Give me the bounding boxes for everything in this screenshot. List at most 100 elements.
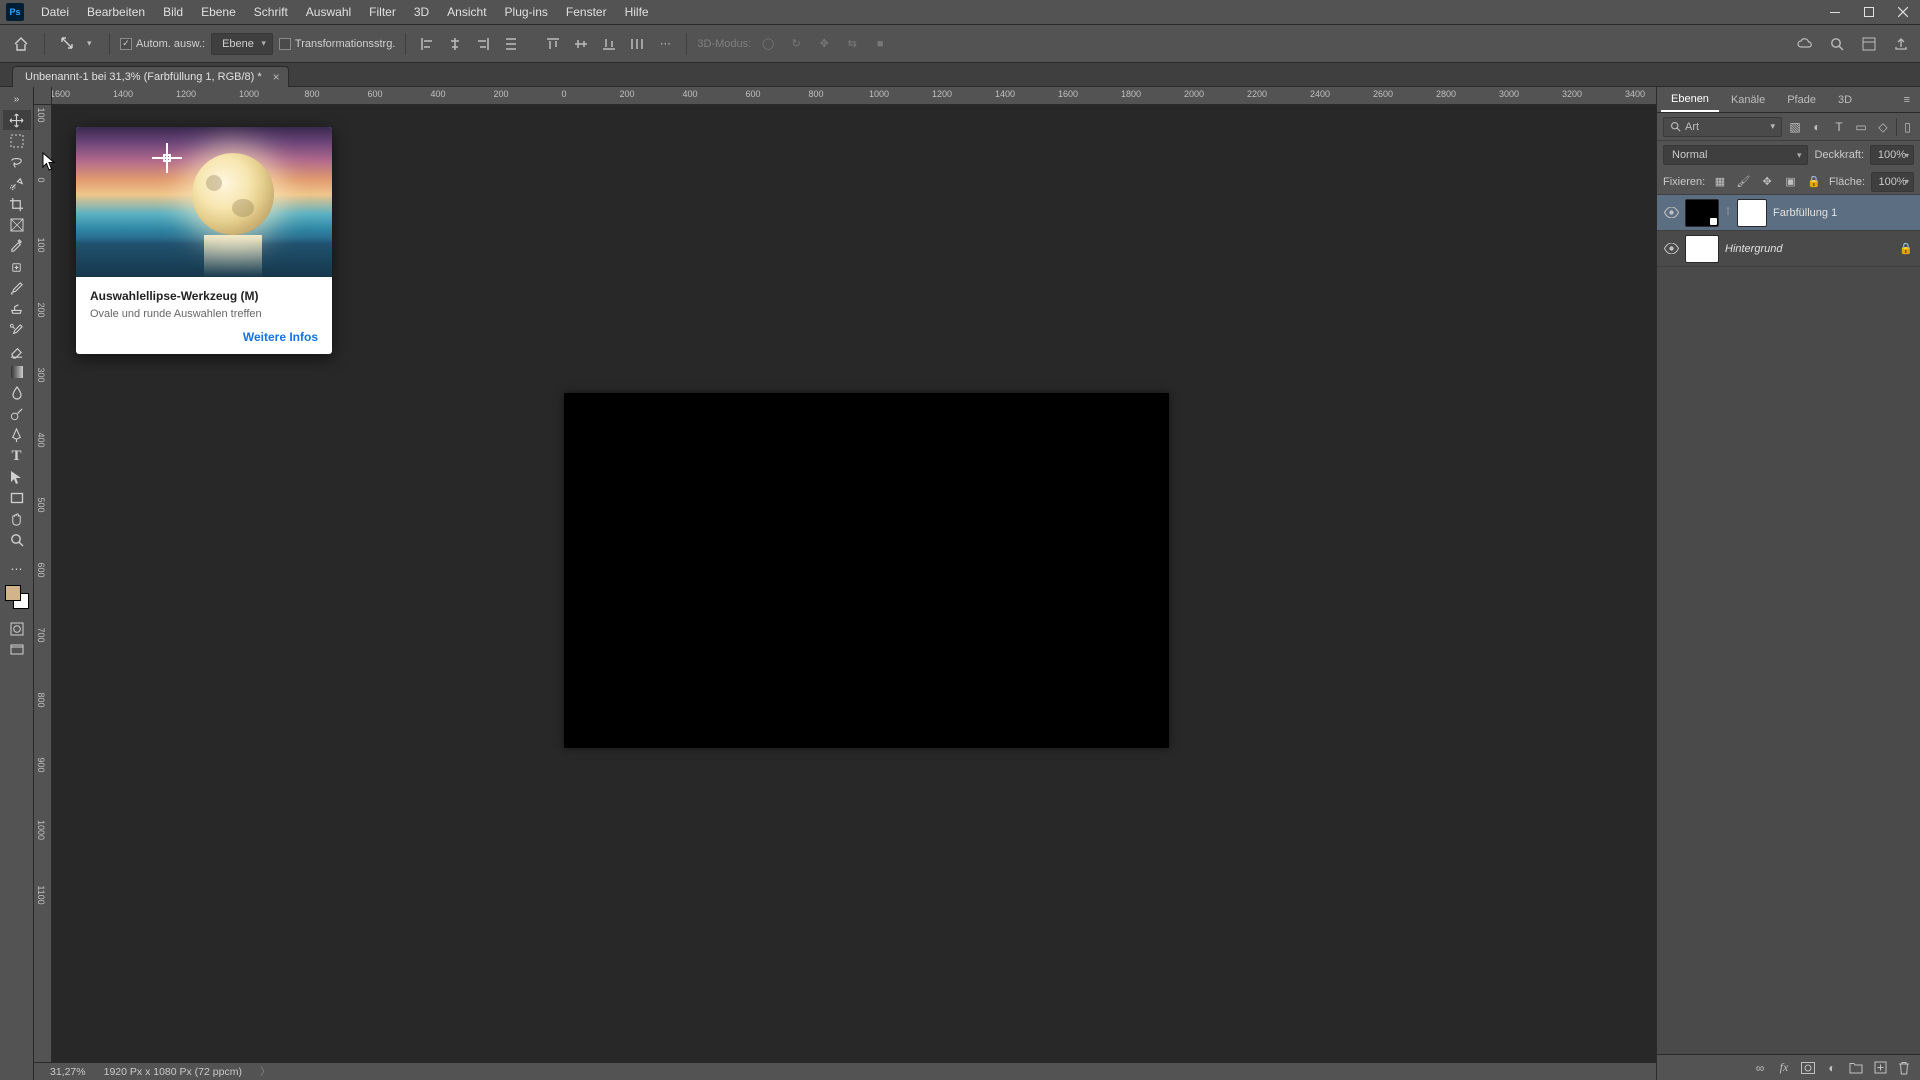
frame-tool[interactable]	[3, 215, 31, 235]
eyedropper-tool[interactable]	[3, 236, 31, 256]
add-mask-icon[interactable]	[1798, 1058, 1818, 1078]
layer-mask-thumbnail[interactable]	[1737, 199, 1767, 227]
lock-position-icon[interactable]: ✥	[1758, 173, 1776, 191]
align-hcenter-icon[interactable]	[444, 33, 466, 55]
home-button[interactable]	[8, 31, 34, 57]
menu-datei[interactable]: Datei	[32, 1, 78, 23]
delete-layer-icon[interactable]	[1894, 1058, 1914, 1078]
quick-mask-toggle[interactable]	[3, 619, 31, 639]
menu-3d[interactable]: 3D	[405, 1, 438, 23]
status-info-menu-icon[interactable]: 〉	[260, 1064, 271, 1079]
crop-tool[interactable]	[3, 194, 31, 214]
visibility-toggle-icon[interactable]	[1663, 205, 1679, 221]
filter-smart-icon[interactable]: ◇	[1874, 118, 1892, 136]
lock-all-icon[interactable]: 🔒	[1805, 173, 1823, 191]
tab-3d[interactable]: 3D	[1828, 89, 1862, 111]
lock-artboard-icon[interactable]: ▣	[1782, 173, 1800, 191]
opacity-input[interactable]: 100%	[1870, 145, 1914, 165]
menu-fenster[interactable]: Fenster	[557, 1, 616, 23]
zoom-tool[interactable]	[3, 530, 31, 550]
filter-toggle-icon[interactable]: ▯	[1896, 118, 1914, 136]
blend-mode-dropdown[interactable]: Normal	[1663, 145, 1808, 165]
screen-mode-toggle[interactable]	[3, 640, 31, 660]
mask-link-icon[interactable]: ⁞	[1725, 199, 1731, 227]
dodge-tool[interactable]	[3, 404, 31, 424]
close-tab-icon[interactable]: ×	[273, 70, 280, 84]
lock-pixels-icon[interactable]: 🖌	[1735, 173, 1753, 191]
new-layer-icon[interactable]	[1870, 1058, 1890, 1078]
document-canvas[interactable]	[564, 393, 1169, 748]
layer-thumbnail[interactable]	[1685, 199, 1719, 227]
status-doc-info[interactable]: 1920 Px x 1080 Px (72 ppcm)	[104, 1066, 242, 1078]
distribute-v-icon[interactable]	[626, 33, 648, 55]
ruler-vertical[interactable]: 100010020030040050060070080090010001100	[34, 105, 52, 1062]
type-tool[interactable]: T	[3, 446, 31, 466]
layer-row-farbfuellung[interactable]: ⁞ Farbfüllung 1	[1657, 195, 1920, 231]
tab-kanaele[interactable]: Kanäle	[1721, 89, 1775, 111]
spot-healing-brush-tool[interactable]	[3, 257, 31, 277]
filter-type-icon[interactable]: T	[1830, 118, 1848, 136]
current-tool-icon[interactable]	[55, 31, 81, 57]
pen-tool[interactable]	[3, 425, 31, 445]
menu-hilfe[interactable]: Hilfe	[616, 1, 658, 23]
align-vcenter-icon[interactable]	[570, 33, 592, 55]
menu-bild[interactable]: Bild	[154, 1, 192, 23]
window-close-button[interactable]	[1886, 0, 1920, 25]
lasso-tool[interactable]	[3, 152, 31, 172]
canvas-area[interactable]: 1600140012001000800600400200020040060080…	[34, 87, 1656, 1080]
arrange-documents-icon[interactable]	[1858, 33, 1880, 55]
menu-filter[interactable]: Filter	[360, 1, 405, 23]
more-align-icon[interactable]: ⋯	[654, 33, 676, 55]
menu-plugins[interactable]: Plug-ins	[496, 1, 557, 23]
align-left-icon[interactable]	[416, 33, 438, 55]
cloud-docs-icon[interactable]	[1794, 33, 1816, 55]
menu-schrift[interactable]: Schrift	[245, 1, 297, 23]
document-tab[interactable]: Unbenannt-1 bei 31,3% (Farbfüllung 1, RG…	[12, 66, 289, 87]
history-brush-tool[interactable]	[3, 320, 31, 340]
collapse-toolbar-icon[interactable]: »	[3, 89, 31, 109]
tab-pfade[interactable]: Pfade	[1777, 89, 1826, 111]
layer-thumbnail[interactable]	[1685, 235, 1719, 263]
menu-auswahl[interactable]: Auswahl	[297, 1, 360, 23]
edit-toolbar-icon[interactable]: ⋯	[3, 559, 31, 579]
auto-select-target-dropdown[interactable]: Ebene	[211, 33, 273, 55]
layer-name[interactable]: Hintergrund	[1725, 243, 1782, 255]
clone-stamp-tool[interactable]	[3, 299, 31, 319]
filter-pixel-icon[interactable]: ▧	[1786, 118, 1804, 136]
window-minimize-button[interactable]	[1818, 0, 1852, 25]
status-zoom[interactable]: 31,27%	[50, 1066, 86, 1078]
tool-preset-dropdown[interactable]: ▾	[87, 38, 99, 49]
move-tool[interactable]	[3, 110, 31, 130]
panel-menu-icon[interactable]: ≡	[1898, 90, 1916, 110]
layer-fx-icon[interactable]: fx	[1774, 1058, 1794, 1078]
tab-ebenen[interactable]: Ebenen	[1661, 88, 1719, 112]
layer-row-hintergrund[interactable]: Hintergrund 🔒	[1657, 231, 1920, 267]
new-group-icon[interactable]	[1846, 1058, 1866, 1078]
filter-adjust-icon[interactable]: ◐	[1808, 118, 1826, 136]
layer-filter-type-dropdown[interactable]: Art ▾	[1663, 117, 1782, 137]
brush-tool[interactable]	[3, 278, 31, 298]
show-transform-controls-checkbox[interactable]: ✓Transformationsstrg.	[279, 38, 395, 50]
distribute-h-icon[interactable]	[500, 33, 522, 55]
filter-shape-icon[interactable]: ▭	[1852, 118, 1870, 136]
fill-input[interactable]: 100%	[1871, 172, 1914, 192]
menu-ebene[interactable]: Ebene	[192, 1, 245, 23]
ruler-origin[interactable]	[34, 87, 52, 105]
layer-name[interactable]: Farbfüllung 1	[1773, 207, 1837, 219]
eraser-tool[interactable]	[3, 341, 31, 361]
lock-indicator-icon[interactable]: 🔒	[1898, 241, 1914, 257]
lock-transparency-icon[interactable]: ▦	[1711, 173, 1729, 191]
visibility-toggle-icon[interactable]	[1663, 241, 1679, 257]
align-right-icon[interactable]	[472, 33, 494, 55]
foreground-background-swatches[interactable]	[3, 580, 31, 610]
menu-ansicht[interactable]: Ansicht	[438, 1, 495, 23]
gradient-tool[interactable]	[3, 362, 31, 382]
blur-tool[interactable]	[3, 383, 31, 403]
hand-tool[interactable]	[3, 509, 31, 529]
align-top-icon[interactable]	[542, 33, 564, 55]
auto-select-checkbox[interactable]: ✓Autom. ausw.:	[120, 38, 205, 50]
path-selection-tool[interactable]	[3, 467, 31, 487]
rectangle-shape-tool[interactable]	[3, 488, 31, 508]
ruler-horizontal[interactable]: 1600140012001000800600400200020040060080…	[52, 87, 1656, 105]
menu-bearbeiten[interactable]: Bearbeiten	[78, 1, 154, 23]
